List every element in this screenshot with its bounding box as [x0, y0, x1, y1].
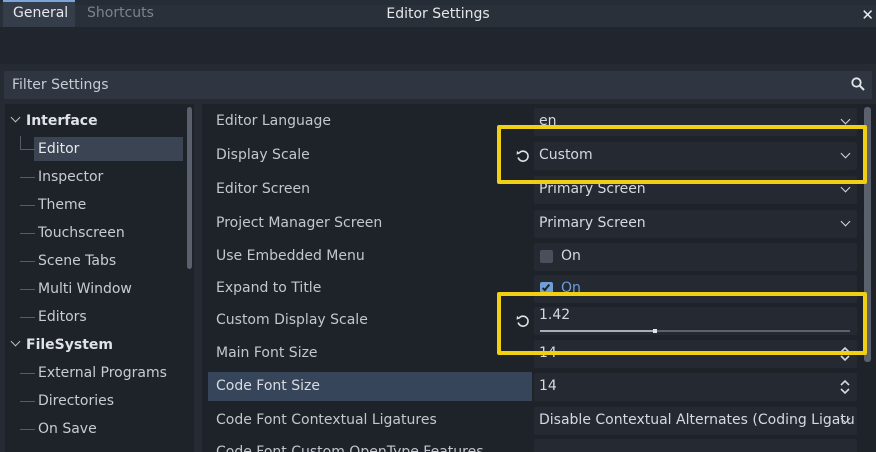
chevron-down-icon[interactable] [10, 112, 21, 123]
setting-label: Code Font Contextual Ligatures [216, 412, 437, 428]
setting-row-code-font-contextual-ligatures: Code Font Contextual Ligatures Disable Co… [206, 406, 858, 437]
tree-item-label: Scene Tabs [38, 253, 117, 269]
tree-guide [20, 261, 35, 262]
tree-guide [20, 401, 35, 402]
tree-item-label: Theme [38, 197, 87, 213]
tree-item-label: Editor [34, 137, 183, 161]
tree-guide [20, 317, 35, 318]
tree-item-label: Interface [26, 113, 98, 129]
setting-label: Custom Display Scale [216, 312, 368, 328]
setting-label: Display Scale [216, 147, 310, 163]
setting-row-code-font-custom-opentype-features: Code Font Custom OpenType Features [206, 438, 858, 452]
tree-item-interface[interactable]: Interface [5, 108, 185, 134]
tree-item-label: FileSystem [26, 337, 113, 353]
tab-shortcuts[interactable]: Shortcuts [77, 0, 164, 27]
tree-guide [20, 136, 21, 150]
tree-item-label: Inspector [38, 169, 104, 185]
setting-value-code-font-custom-opentype-features[interactable] [534, 439, 857, 452]
tree-item-label: Editors [38, 309, 87, 325]
setting-value-text: Disable Contextual Alternates (Coding Li… [539, 412, 855, 428]
filter-settings-input[interactable] [4, 71, 844, 99]
setting-label: Main Font Size [216, 345, 318, 361]
tree-guide [20, 289, 35, 290]
setting-label: Expand to Title [216, 280, 322, 296]
setting-label: Code Font Custom OpenType Features [216, 444, 484, 452]
close-icon[interactable]: ✕ [861, 6, 874, 24]
setting-row-project-manager-screen: Project Manager Screen Primary Screen [206, 209, 858, 240]
setting-value-text: 14 [539, 378, 557, 394]
tree-item-label: Touchscreen [38, 225, 125, 241]
checkmark-icon [541, 282, 551, 292]
setting-label: Editor Language [216, 113, 331, 129]
setting-row-use-embedded-menu: Use Embedded Menu On [206, 242, 858, 273]
setting-value-code-font-contextual-ligatures[interactable]: Disable Contextual Alternates (Coding Li… [534, 407, 857, 435]
setting-row-code-font-size: Code Font Size 14 [206, 372, 858, 403]
chevron-down-icon[interactable] [10, 336, 21, 347]
filter-bar [4, 71, 872, 99]
setting-value-text: Primary Screen [539, 215, 646, 231]
tab-general[interactable]: General [3, 0, 75, 27]
setting-value-code-font-size[interactable]: 14 [534, 373, 857, 401]
tree-item-label: On Save [38, 421, 97, 437]
chevron-down-icon[interactable] [840, 182, 851, 193]
tree-guide [20, 177, 35, 178]
tree-item-label: Directories [38, 393, 115, 409]
setting-label: Use Embedded Menu [216, 248, 365, 264]
setting-label: Editor Screen [216, 181, 311, 197]
tree-guide [20, 373, 35, 374]
setting-value-text: On [561, 248, 581, 264]
tree-item-filesystem[interactable]: FileSystem [5, 332, 185, 358]
chevron-down-icon[interactable] [840, 114, 851, 125]
tree-scrollbar[interactable] [187, 107, 192, 269]
setting-label: Project Manager Screen [216, 215, 383, 231]
tree-guide [20, 149, 35, 150]
tree-item-label: External Programs [38, 365, 167, 381]
highlight-box-custom-display-scale [497, 292, 867, 355]
setting-value-project-manager-screen[interactable]: Primary Screen [534, 210, 857, 238]
setting-value-use-embedded-menu[interactable]: On [534, 243, 857, 271]
spinner-arrows-icon[interactable] [839, 379, 851, 395]
checkbox[interactable] [540, 250, 553, 263]
tree-item-label: Multi Window [38, 281, 132, 297]
setting-label: Code Font Size [216, 378, 320, 394]
highlight-box-display-scale [497, 125, 867, 184]
tree-guide [20, 205, 35, 206]
tree-guide [20, 429, 35, 430]
tree-guide [20, 233, 35, 234]
chevron-down-icon[interactable] [840, 216, 851, 227]
search-icon[interactable] [851, 77, 865, 91]
